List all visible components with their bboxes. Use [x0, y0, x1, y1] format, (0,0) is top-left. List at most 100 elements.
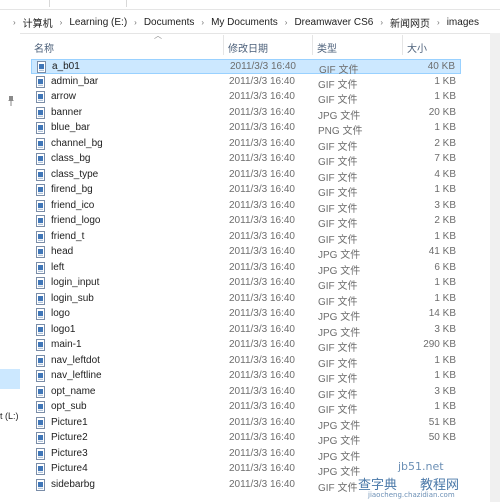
sort-ascending-icon: ︿: [154, 31, 162, 40]
file-size: 1 KB: [434, 184, 456, 195]
table-row[interactable]: firend_bg 2011/3/3 16:40 GIF 文件 1 KB: [31, 183, 461, 199]
column-divider[interactable]: [402, 35, 403, 55]
breadcrumb-item[interactable]: images: [447, 17, 479, 28]
image-file-icon: [36, 215, 45, 227]
column-divider[interactable]: [223, 35, 224, 55]
chevron-right-icon[interactable]: ›: [380, 18, 383, 27]
file-size: 14 KB: [428, 308, 456, 319]
file-size: 1 KB: [434, 91, 456, 102]
file-name: Picture4: [51, 463, 88, 474]
navigation-pane[interactable]: t (L:): [0, 33, 20, 502]
table-row[interactable]: left 2011/3/3 16:40 JPG 文件 6 KB: [31, 261, 461, 277]
table-row[interactable]: friend_ico 2011/3/3 16:40 GIF 文件 3 KB: [31, 199, 461, 215]
file-date: 2011/3/3 16:40: [229, 308, 295, 319]
table-row[interactable]: logo1 2011/3/3 16:40 JPG 文件 3 KB: [31, 323, 461, 339]
table-row[interactable]: class_type 2011/3/3 16:40 GIF 文件 4 KB: [31, 168, 461, 184]
table-row[interactable]: banner 2011/3/3 16:40 JPG 文件 20 KB: [31, 106, 461, 122]
file-date: 2011/3/3 16:40: [230, 61, 296, 72]
nav-drive-label[interactable]: t (L:): [0, 411, 19, 421]
table-row[interactable]: Picture1 2011/3/3 16:40 JPG 文件 51 KB: [31, 416, 461, 432]
breadcrumb-item[interactable]: Learning (E:): [69, 17, 127, 28]
file-type: GIF 文件: [318, 203, 358, 215]
file-name: blue_bar: [51, 122, 90, 133]
file-size: 1 KB: [434, 292, 456, 304]
table-row[interactable]: Picture2 2011/3/3 16:40 JPG 文件 50 KB: [31, 431, 461, 447]
breadcrumb-item[interactable]: 新闻网页: [390, 15, 430, 30]
file-name: nav_leftline: [51, 370, 102, 381]
table-row[interactable]: main-1 2011/3/3 16:40 GIF 文件 290 KB: [31, 338, 461, 354]
image-file-icon: [36, 385, 45, 398]
file-type: JPG 文件: [318, 110, 361, 122]
table-row[interactable]: head 2011/3/3 16:40 JPG 文件 41 KB: [31, 245, 461, 261]
table-row[interactable]: nav_leftline 2011/3/3 16:40 GIF 文件 1 KB: [31, 369, 461, 385]
nav-selected-item[interactable]: [0, 369, 20, 389]
table-row[interactable]: channel_bg 2011/3/3 16:40 GIF 文件 2 KB: [31, 137, 461, 153]
breadcrumb-item[interactable]: Documents: [144, 17, 195, 28]
image-file-icon: [36, 91, 45, 103]
table-row[interactable]: opt_name 2011/3/3 16:40 GIF 文件 3 KB: [31, 385, 461, 401]
table-row[interactable]: a_b01 2011/3/3 16:40 GIF 文件 40 KB: [31, 59, 461, 76]
chevron-right-icon[interactable]: ›: [13, 18, 16, 27]
file-size: 51 KB: [428, 416, 456, 428]
ribbon-divider: [49, 0, 50, 7]
file-size: 50 KB: [428, 432, 456, 443]
table-row[interactable]: opt_sub 2011/3/3 16:40 GIF 文件 1 KB: [31, 400, 461, 416]
file-type: GIF 文件: [318, 374, 358, 385]
file-name: login_sub: [51, 292, 94, 304]
file-name: Picture1: [51, 416, 88, 428]
file-name: Picture3: [51, 447, 88, 459]
column-header-size[interactable]: 大小: [407, 40, 427, 55]
file-size: 3 KB: [434, 323, 456, 335]
image-file-icon: [36, 122, 45, 134]
table-row[interactable]: friend_t 2011/3/3 16:40 GIF 文件 1 KB: [31, 230, 461, 246]
table-row[interactable]: blue_bar 2011/3/3 16:40 PNG 文件 1 KB: [31, 121, 461, 137]
image-file-icon: [36, 168, 45, 181]
chevron-right-icon[interactable]: ›: [437, 18, 440, 27]
pin-icon[interactable]: [7, 96, 15, 106]
table-row[interactable]: friend_logo 2011/3/3 16:40 GIF 文件 2 KB: [31, 214, 461, 230]
file-date: 2011/3/3 16:40: [229, 230, 295, 242]
file-size: 1 KB: [434, 122, 456, 133]
chevron-right-icon[interactable]: ›: [134, 18, 137, 27]
vertical-scrollbar[interactable]: [490, 33, 500, 502]
breadcrumb-item[interactable]: My Documents: [211, 17, 278, 28]
file-name: channel_bg: [51, 137, 103, 149]
table-row[interactable]: nav_leftdot 2011/3/3 16:40 GIF 文件 1 KB: [31, 354, 461, 370]
address-bar[interactable]: › 计算机 › Learning (E:) › Documents › My Document…: [0, 9, 500, 34]
table-row[interactable]: login_sub 2011/3/3 16:40 GIF 文件 1 KB: [31, 292, 461, 308]
file-size: 6 KB: [434, 261, 456, 273]
column-header-type[interactable]: 类型: [317, 40, 337, 55]
file-date: 2011/3/3 16:40: [229, 478, 295, 490]
table-row[interactable]: admin_bar 2011/3/3 16:40 GIF 文件 1 KB: [31, 75, 461, 91]
column-header-date[interactable]: 修改日期: [228, 40, 268, 55]
table-row[interactable]: logo 2011/3/3 16:40 JPG 文件 14 KB: [31, 307, 461, 323]
file-type: GIF 文件: [318, 482, 358, 494]
breadcrumb-item[interactable]: Dreamwaver CS6: [294, 17, 373, 28]
image-file-icon: [36, 230, 45, 243]
image-file-icon: [36, 354, 45, 367]
column-header-name[interactable]: 名称: [34, 40, 54, 55]
chevron-right-icon[interactable]: ›: [201, 18, 204, 27]
file-date: 2011/3/3 16:40: [229, 463, 295, 474]
file-date: 2011/3/3 16:40: [229, 199, 295, 211]
file-size: 20 KB: [428, 106, 456, 118]
ribbon-strip: [0, 0, 500, 8]
breadcrumb-item[interactable]: 计算机: [23, 15, 53, 30]
file-type: GIF 文件: [318, 141, 358, 153]
file-date: 2011/3/3 16:40: [229, 432, 295, 443]
file-size: 2 KB: [434, 215, 456, 226]
file-type: JPG 文件: [318, 451, 361, 463]
image-file-icon: [36, 137, 45, 150]
table-row[interactable]: class_bg 2011/3/3 16:40 GIF 文件 7 KB: [31, 152, 461, 168]
table-row[interactable]: arrow 2011/3/3 16:40 GIF 文件 1 KB: [31, 90, 461, 106]
chevron-right-icon[interactable]: ›: [60, 18, 63, 27]
image-file-icon: [36, 277, 45, 289]
file-name: arrow: [51, 91, 77, 102]
file-date: 2011/3/3 16:40: [229, 323, 295, 335]
chevron-right-icon[interactable]: ›: [285, 18, 288, 27]
file-name: firend_bg: [51, 184, 93, 195]
column-divider[interactable]: [312, 35, 313, 55]
image-file-icon: [36, 401, 45, 413]
file-date: 2011/3/3 16:40: [229, 447, 295, 459]
table-row[interactable]: login_input 2011/3/3 16:40 GIF 文件 1 KB: [31, 276, 461, 292]
